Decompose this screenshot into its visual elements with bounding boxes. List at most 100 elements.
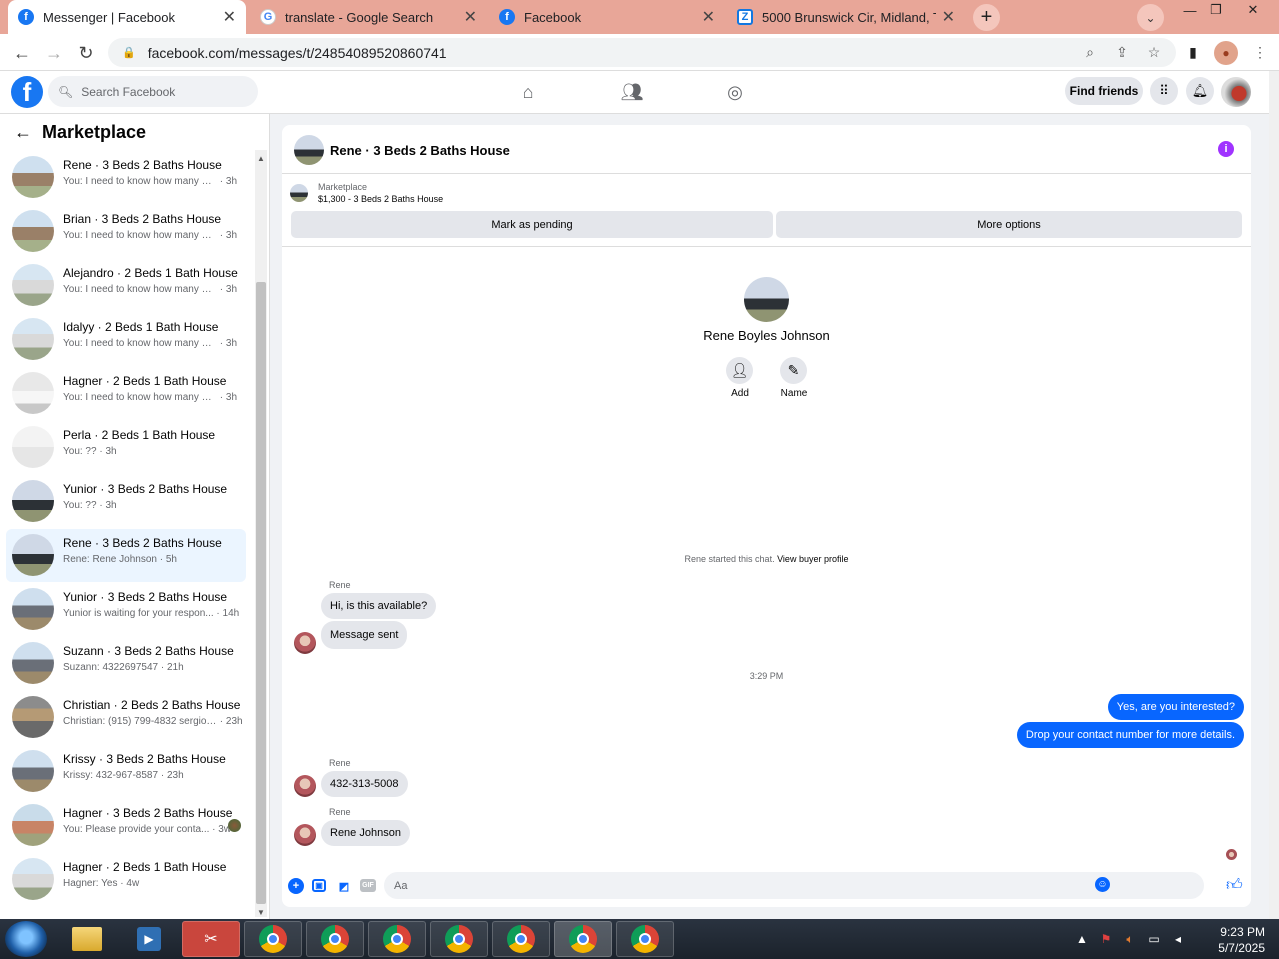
conversation-snippet: Rene: Rene Johnson · 5h (63, 554, 177, 565)
chrome-window-icon[interactable] (306, 921, 364, 957)
conversation-item[interactable]: Hagner · 2 Beds 1 Bath House You: I need … (6, 367, 246, 420)
tab-facebook[interactable]: f Facebook ✕ (489, 0, 725, 34)
address-bar[interactable]: 🔒 facebook.com/messages/t/24854089520860… (108, 38, 1176, 67)
volume-icon[interactable]: ◂ (1170, 931, 1186, 947)
conversation-item[interactable]: Idalyy · 2 Beds 1 Bath House You: I need … (6, 313, 246, 366)
add-friend-icon[interactable]: 👤︎ (726, 357, 753, 384)
account-avatar[interactable] (1221, 77, 1251, 107)
incoming-message[interactable]: Message sent (321, 621, 408, 649)
minimize-icon[interactable]: — (1177, 0, 1203, 20)
conversation-item[interactable]: Yunior · 3 Beds 2 Baths House You: ?? · 3… (6, 475, 246, 528)
chrome-window-icon[interactable] (244, 921, 302, 957)
mark-as-pending-button[interactable]: Mark as pending (291, 211, 773, 238)
file-explorer-icon[interactable] (58, 921, 116, 957)
bookmark-star-icon[interactable]: ☆ (1142, 38, 1166, 67)
search-placeholder: Search Facebook (81, 84, 176, 99)
conversation-item[interactable]: Perla · 2 Beds 1 Bath House You: ?? · 3h (6, 421, 246, 474)
facebook-search-input[interactable]: 🔍︎ Search Facebook (48, 76, 258, 107)
conversation-item[interactable]: Hagner · 3 Beds 2 Baths House You: Please… (6, 799, 246, 852)
media-player-icon[interactable]: ▶ (120, 921, 178, 957)
chrome-window-icon[interactable] (616, 921, 674, 957)
snipping-tool-icon[interactable]: ✂ (182, 921, 240, 957)
conversation-item[interactable]: Rene · 3 Beds 2 Baths House Rene: Rene Jo… (6, 529, 246, 582)
conversation-item[interactable]: Alejandro · 2 Beds 1 Bath House You: I ne… (6, 259, 246, 312)
incoming-message[interactable]: Hi, is this available? (321, 593, 437, 619)
restore-icon[interactable]: ❐ (1203, 0, 1229, 20)
gif-icon[interactable]: GIF (360, 879, 376, 892)
scroll-up-icon[interactable]: ▲ (255, 152, 267, 164)
chrome-window-icon[interactable] (492, 921, 550, 957)
edit-name-icon[interactable]: ✎ (780, 357, 807, 384)
zoom-icon[interactable]: ⌕ (1078, 38, 1102, 67)
thumbs-up-icon[interactable]: 👍︎ (1226, 876, 1243, 895)
facebook-logo-icon[interactable]: f (11, 76, 43, 108)
system-clock[interactable]: 9:23 PM 5/7/2025 (1195, 924, 1265, 956)
photo-icon[interactable]: ▣ (312, 879, 326, 892)
snippet-time: · 3h (217, 284, 238, 295)
new-tab-icon[interactable]: + (973, 4, 1000, 31)
browser-toolbar: ← → ↻ 🔒 facebook.com/messages/t/24854089… (0, 34, 1279, 71)
profile-avatar-icon[interactable]: ● (1214, 41, 1238, 65)
close-icon[interactable]: ✕ (464, 7, 477, 27)
sticker-icon[interactable]: ◩ (336, 878, 352, 894)
tab-messenger[interactable]: f Messenger | Facebook ✕ (8, 0, 246, 34)
listing-summary[interactable]: Marketplace $1,300 - 3 Beds 2 Baths Hous… (290, 182, 443, 204)
scroll-down-icon[interactable]: ▼ (255, 906, 267, 918)
chrome-window-icon[interactable] (368, 921, 426, 957)
speaker-icon[interactable]: 🔈︎ (1122, 931, 1138, 947)
tab-search-chevron-icon[interactable]: ⌄ (1137, 4, 1164, 31)
chat-avatar[interactable] (294, 135, 324, 165)
conversation-item[interactable]: Rene · 3 Beds 2 Baths House You: I need t… (6, 151, 246, 204)
incoming-message[interactable]: 432-313-5008 (321, 771, 408, 797)
more-options-button[interactable]: More options (776, 211, 1242, 238)
reload-icon[interactable]: ↻ (74, 41, 98, 65)
network-icon[interactable]: ▭ (1146, 931, 1162, 947)
groups-icon[interactable]: ◎ (722, 79, 748, 105)
sender-avatar (294, 632, 316, 654)
close-icon[interactable]: ✕ (702, 7, 715, 27)
conversation-item[interactable]: Suzann · 3 Beds 2 Baths House Suzann: 432… (6, 637, 246, 690)
notifications-bell-icon[interactable]: 🔔︎ (1186, 77, 1214, 105)
back-arrow-icon[interactable]: ← (14, 122, 32, 143)
forward-icon[interactable]: → (42, 41, 66, 65)
chat-title[interactable]: Rene · 3 Beds 2 Baths House (330, 143, 510, 158)
share-icon[interactable]: ⇪ (1110, 38, 1134, 67)
view-buyer-profile-link[interactable]: View buyer profile (777, 554, 848, 564)
tab-google-search[interactable]: G translate - Google Search ✕ (250, 0, 487, 34)
find-friends-button[interactable]: Find friends (1065, 77, 1143, 105)
action-center-icon[interactable]: ⚑ (1098, 931, 1114, 947)
close-icon[interactable]: ✕ (942, 7, 955, 27)
chrome-window-icon[interactable] (554, 921, 612, 957)
conversation-item[interactable]: Hagner · 2 Beds 1 Bath House Hagner: Yes … (6, 853, 246, 906)
snippet-time: · 3h (217, 392, 238, 403)
snippet-time: · 3h (217, 338, 238, 349)
outgoing-message[interactable]: Yes, are you interested? (1107, 694, 1244, 720)
outgoing-message[interactable]: Drop your contact number for more detail… (1016, 722, 1244, 748)
back-icon[interactable]: ← (10, 41, 34, 65)
message-input[interactable]: Aa (384, 872, 1204, 899)
sidebar-scroll-thumb[interactable] (256, 282, 266, 904)
page-scrollbar[interactable] (1269, 71, 1279, 919)
conversation-snippet: You: I need to know how many m... · 3h (63, 230, 237, 241)
plus-icon[interactable]: + (288, 878, 304, 894)
menu-dots-icon[interactable]: ⋮ (1248, 38, 1272, 67)
conversation-item[interactable]: Yunior · 3 Beds 2 Baths House Yunior is w… (6, 583, 246, 636)
tray-expand-icon[interactable]: ▲ (1074, 931, 1090, 947)
friends-icon[interactable]: 👥︎ (619, 79, 645, 105)
info-icon[interactable]: i (1218, 141, 1234, 157)
contact-avatar[interactable] (744, 277, 789, 322)
close-icon[interactable]: ✕ (223, 7, 236, 27)
side-panel-icon[interactable]: ▮ (1181, 38, 1205, 67)
tab-zillow[interactable]: Z 5000 Brunswick Cir, Midland, TX ✕ (727, 0, 965, 34)
start-button-icon[interactable] (5, 921, 47, 957)
conversation-item[interactable]: Brian · 3 Beds 2 Baths House You: I need … (6, 205, 246, 258)
window-close-icon[interactable]: ✕ (1240, 0, 1266, 20)
sidebar-title: Marketplace (42, 122, 147, 142)
emoji-icon[interactable]: ☺ (1095, 877, 1110, 892)
chrome-window-icon[interactable] (430, 921, 488, 957)
home-icon[interactable]: ⌂ (515, 79, 541, 105)
menu-grid-icon[interactable]: ⠿ (1150, 77, 1178, 105)
conversation-item[interactable]: Christian · 2 Beds 2 Baths House Christia… (6, 691, 246, 744)
conversation-item[interactable]: Krissy · 3 Beds 2 Baths House Krissy: 432… (6, 745, 246, 798)
incoming-message[interactable]: Rene Johnson (321, 820, 410, 846)
